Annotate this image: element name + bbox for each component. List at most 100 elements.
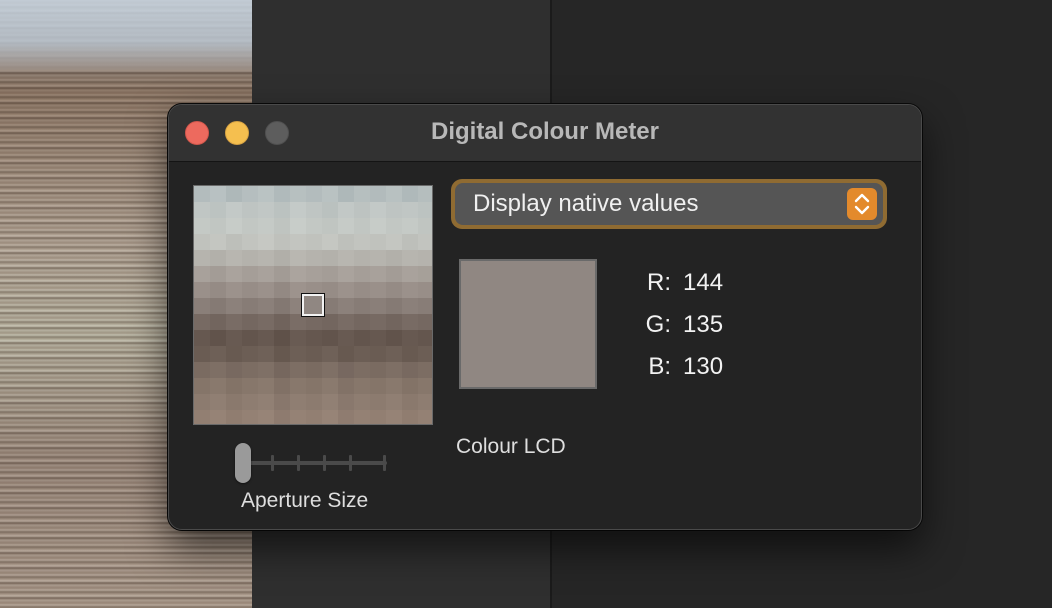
dropdown-field[interactable]: Display native values (455, 183, 883, 225)
magnified-pixel (402, 362, 418, 378)
blue-value: 130 (683, 353, 724, 380)
magnified-pixel (338, 314, 354, 330)
magnified-pixel (418, 282, 432, 298)
magnified-pixel (370, 346, 386, 362)
magnified-pixel (370, 330, 386, 346)
magnified-pixel (194, 394, 210, 410)
magnified-pixel (354, 234, 370, 250)
magnified-pixel (290, 378, 306, 394)
magnified-pixel (226, 218, 242, 234)
value-mode-dropdown[interactable]: Display native values (451, 179, 887, 229)
colour-swatch (459, 259, 597, 389)
green-label: G: (645, 311, 671, 338)
magnified-pixel (306, 202, 322, 218)
magnified-pixel (418, 266, 432, 282)
magnified-pixel (258, 314, 274, 330)
magnified-pixel (418, 218, 432, 234)
magnified-pixel (274, 282, 290, 298)
magnified-pixel (402, 314, 418, 330)
magnified-pixel (354, 298, 370, 314)
magnified-pixel (274, 186, 290, 202)
magnified-pixel (306, 234, 322, 250)
magnified-pixel (402, 234, 418, 250)
magnified-pixel (386, 282, 402, 298)
magnified-pixel (242, 202, 258, 218)
magnified-pixel (194, 362, 210, 378)
up-down-chevron-icon[interactable] (847, 188, 877, 220)
magnified-pixel (194, 378, 210, 394)
magnified-pixel (274, 314, 290, 330)
magnified-pixel (322, 282, 338, 298)
magnified-pixel (226, 186, 242, 202)
magnified-pixel (338, 266, 354, 282)
magnified-pixel (338, 378, 354, 394)
magnified-pixel (194, 218, 210, 234)
magnified-pixel (306, 410, 322, 424)
magnified-pixel (354, 266, 370, 282)
magnified-pixel (386, 314, 402, 330)
magnified-pixel (290, 234, 306, 250)
magnified-pixel (258, 394, 274, 410)
magnified-pixel (306, 314, 322, 330)
magnified-pixel (402, 266, 418, 282)
magnified-pixel (370, 362, 386, 378)
magnified-pixel (402, 202, 418, 218)
title-bar[interactable]: Digital Colour Meter (169, 105, 921, 162)
magnified-pixel (386, 202, 402, 218)
magnified-pixel (386, 330, 402, 346)
magnified-pixel (242, 410, 258, 424)
slider-tick (383, 455, 386, 471)
magnified-pixel (242, 218, 258, 234)
magnified-pixel (242, 378, 258, 394)
magnified-pixel (402, 378, 418, 394)
magnified-pixel (386, 346, 402, 362)
magnified-pixel (290, 218, 306, 234)
blue-readout: B: 130 (629, 351, 723, 383)
magnified-pixel (274, 202, 290, 218)
magnified-pixel (306, 266, 322, 282)
magnified-pixel (258, 218, 274, 234)
magnified-pixel (290, 330, 306, 346)
magnified-pixel (338, 362, 354, 378)
magnified-pixel (386, 234, 402, 250)
magnified-pixel (194, 266, 210, 282)
red-readout: R: 144 (629, 267, 723, 299)
magnified-pixel (322, 250, 338, 266)
magnified-pixel (418, 410, 432, 424)
magnified-pixel (370, 202, 386, 218)
magnified-pixel (370, 378, 386, 394)
magnified-pixel (242, 234, 258, 250)
magnified-pixel (370, 186, 386, 202)
magnified-pixel (258, 282, 274, 298)
magnified-pixel (242, 298, 258, 314)
magnified-pixel (354, 250, 370, 266)
magnified-pixel (354, 410, 370, 424)
magnified-pixel (370, 394, 386, 410)
magnified-pixel (274, 410, 290, 424)
magnified-pixel (290, 394, 306, 410)
magnified-pixel (322, 186, 338, 202)
magnified-pixel (274, 234, 290, 250)
magnified-pixel (226, 266, 242, 282)
aperture-size-slider[interactable] (235, 441, 395, 485)
magnified-pixel (226, 346, 242, 362)
magnified-pixel (210, 218, 226, 234)
magnified-pixel (210, 362, 226, 378)
window-title: Digital Colour Meter (430, 118, 659, 145)
slider-track (243, 461, 387, 465)
magnified-pixel (210, 186, 226, 202)
magnified-pixel (210, 330, 226, 346)
magnified-pixel (386, 394, 402, 410)
desktop: Digital Colour Meter Aperture Size Displ… (0, 0, 1052, 608)
slider-thumb[interactable] (235, 443, 251, 483)
magnified-pixel (370, 410, 386, 424)
magnified-pixel (290, 266, 306, 282)
magnified-pixel (322, 202, 338, 218)
magnified-pixel (194, 250, 210, 266)
magnified-pixel (418, 378, 432, 394)
magnified-pixel (226, 314, 242, 330)
magnified-pixel (354, 378, 370, 394)
slider-tick (323, 455, 326, 471)
magnified-pixel (210, 314, 226, 330)
magnified-pixel (354, 346, 370, 362)
